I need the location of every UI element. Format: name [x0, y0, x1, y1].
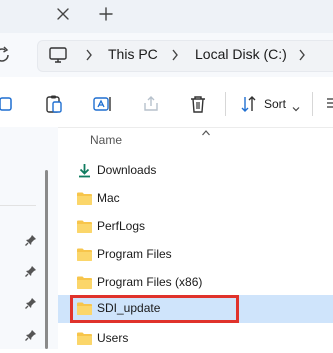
download-arrow-icon	[76, 163, 93, 178]
sort-icon[interactable]	[238, 93, 260, 115]
chevron-right-icon	[297, 47, 307, 63]
sort-button-label[interactable]: Sort	[264, 97, 286, 111]
paste-icon[interactable]	[43, 93, 65, 115]
folder-icon	[76, 331, 93, 346]
item-label: Program Files (x86)	[97, 275, 203, 289]
breadcrumb-local-disk[interactable]: Local Disk (C:)	[195, 46, 287, 62]
folder-icon	[76, 247, 93, 262]
chevron-right-icon	[84, 47, 94, 63]
list-item-downloads[interactable]: Downloads	[58, 157, 333, 185]
copy-icon[interactable]	[0, 93, 16, 115]
item-label: PerfLogs	[97, 219, 146, 233]
chevron-right-icon	[170, 47, 180, 63]
nav-scrollbar[interactable]	[45, 170, 48, 349]
address-bar[interactable]	[37, 40, 333, 72]
delete-icon[interactable]	[187, 93, 209, 115]
folder-icon	[76, 219, 93, 234]
pin-icon[interactable]	[24, 296, 38, 310]
list-item-mac[interactable]: Mac	[58, 185, 333, 213]
item-label: Downloads	[97, 163, 157, 177]
highlight-box	[70, 295, 239, 323]
list-item-program-files-x86[interactable]: Program Files (x86)	[58, 269, 333, 297]
breadcrumb-this-pc[interactable]: This PC	[108, 46, 158, 62]
nav-divider	[0, 205, 36, 206]
pin-icon[interactable]	[24, 264, 38, 278]
item-label: Users	[97, 331, 129, 345]
folder-icon	[76, 191, 93, 206]
refresh-icon[interactable]	[0, 44, 13, 66]
item-label: Program Files	[97, 247, 172, 261]
sort-ascending-icon	[201, 124, 211, 136]
toolbar-divider	[225, 92, 226, 116]
toolbar-divider	[312, 92, 313, 116]
list-item-perflogs[interactable]: PerfLogs	[58, 213, 333, 241]
list-item-program-files[interactable]: Program Files	[58, 241, 333, 269]
view-icon[interactable]	[325, 96, 333, 110]
chevron-down-icon[interactable]	[292, 100, 300, 112]
new-tab-icon[interactable]	[95, 3, 117, 25]
item-label: Mac	[97, 191, 120, 205]
computer-icon	[48, 45, 68, 65]
column-header-name[interactable]: Name	[90, 133, 122, 147]
pin-icon[interactable]	[24, 328, 38, 342]
pin-icon[interactable]	[24, 233, 38, 247]
close-tab-icon[interactable]	[52, 3, 74, 25]
tab-strip	[0, 0, 333, 33]
rename-icon[interactable]	[91, 93, 113, 115]
folder-icon	[76, 275, 93, 290]
share-icon	[140, 93, 162, 115]
